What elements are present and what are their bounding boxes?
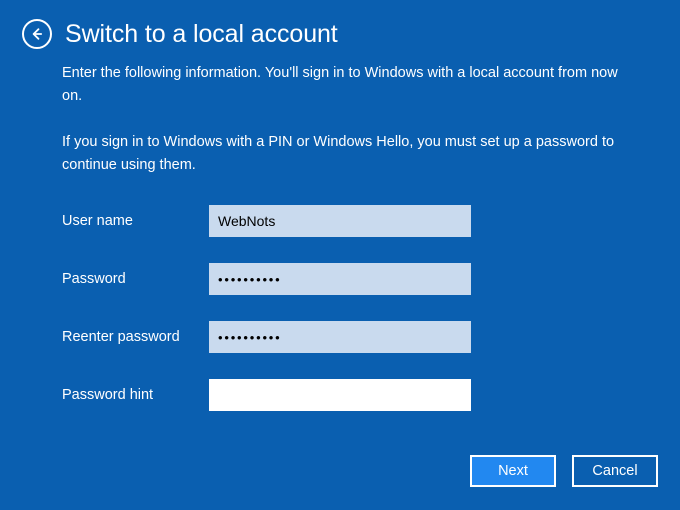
intro-text: Enter the following information. You'll …: [62, 62, 624, 177]
password-hint-label: Password hint: [62, 387, 154, 403]
dialog-header: Switch to a local account: [22, 19, 338, 49]
password-input[interactable]: [209, 263, 471, 295]
dialog-actions: Next Cancel: [470, 455, 658, 487]
intro-paragraph-2: If you sign in to Windows with a PIN or …: [62, 134, 615, 173]
switch-to-local-account-dialog: Switch to a local account Enter the foll…: [0, 0, 680, 510]
field-row-user-name: User name: [62, 205, 472, 237]
field-row-password-hint: Password hint: [62, 379, 472, 411]
intro-paragraph-1: Enter the following information. You'll …: [62, 65, 618, 104]
local-account-form: User name Password Reenter password Pass…: [62, 205, 472, 411]
user-name-input[interactable]: [209, 205, 471, 237]
cancel-button[interactable]: Cancel: [572, 455, 658, 487]
next-button[interactable]: Next: [470, 455, 556, 487]
password-label: Password: [62, 271, 126, 287]
page-title: Switch to a local account: [65, 20, 338, 48]
reenter-password-label: Reenter password: [62, 329, 180, 345]
back-arrow-circle-icon[interactable]: [22, 19, 52, 49]
field-row-reenter-password: Reenter password: [62, 321, 472, 353]
field-row-password: Password: [62, 263, 472, 295]
password-hint-input[interactable]: [209, 379, 471, 411]
reenter-password-input[interactable]: [209, 321, 471, 353]
user-name-label: User name: [62, 213, 133, 229]
